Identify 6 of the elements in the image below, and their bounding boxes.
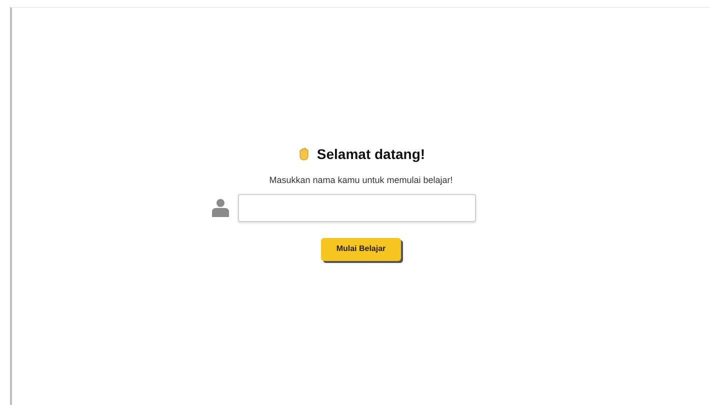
instruction-text: Masukkan nama kamu untuk memulai belajar!	[269, 174, 453, 187]
name-input-field[interactable]	[238, 194, 476, 222]
welcome-title: Selamat datang!	[316, 144, 426, 164]
user-icon	[212, 198, 229, 217]
waving-hand-icon	[296, 147, 311, 161]
start-learning-button[interactable]: Mulai Belajar	[321, 238, 401, 260]
